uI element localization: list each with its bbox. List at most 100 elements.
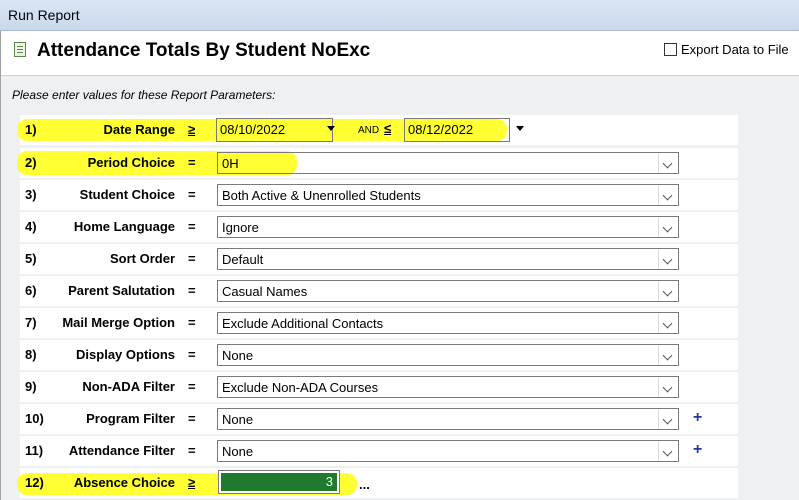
param-label: Program Filter [86,411,175,426]
param-row-date-range: 1) Date Range ≥ 08/10/2022 AND ≤ 08/12/2… [17,115,738,145]
export-label: Export Data to File [681,42,789,57]
select-value: Exclude Additional Contacts [222,316,384,331]
param-label: Home Language [73,219,175,234]
param-number: 9) [25,379,37,394]
select-value: Ignore [222,220,259,235]
period-choice-select[interactable]: 0H [217,152,679,174]
param-row-non-ada-filter: 9) Non-ADA Filter = Exclude Non-ADA Cour… [20,372,738,402]
param-operator: = [188,155,196,170]
param-label: Parent Salutation [68,283,175,298]
parameters-prompt: Please enter values for these Report Par… [12,88,276,102]
param-row-mail-merge-option: 7) Mail Merge Option = Exclude Additiona… [20,308,738,338]
param-operator: = [188,283,196,298]
param-label: Student Choice [79,187,175,202]
attendance-filter-select[interactable]: None [217,440,679,462]
date-from-dropdown-icon[interactable] [327,126,335,131]
date-to-value: 08/12/2022 [408,122,474,137]
param-operator[interactable]: ≥ [188,122,195,137]
chevron-down-icon[interactable] [658,378,677,396]
param-label: Date Range [103,122,175,137]
select-value: Default [222,252,264,267]
display-options-select[interactable]: None [217,344,679,366]
chevron-down-icon[interactable] [658,218,677,236]
param-operator: = [188,347,196,362]
param-number: 8) [25,347,37,362]
more-options-button[interactable]: ... [359,477,370,492]
param-row-attendance-filter: 11) Attendance Filter = None + [20,436,738,466]
param-operator[interactable]: ≥ [188,475,195,490]
add-attendance-filter-plus-icon[interactable]: + [693,441,702,459]
date-from-input[interactable]: 08/10/2022 [216,118,333,142]
param-operator-2[interactable]: ≤ [384,121,391,136]
param-label: Mail Merge Option [62,315,175,330]
select-value: Exclude Non-ADA Courses [222,380,379,395]
param-operator: = [188,315,196,330]
param-number: 7) [25,315,37,330]
param-number: 1) [25,122,37,137]
param-number: 12) [25,475,44,490]
window-title: Run Report [8,7,80,23]
checkbox-icon[interactable] [664,43,677,56]
add-program-filter-plus-icon[interactable]: + [693,409,702,427]
select-value: Casual Names [222,284,308,299]
param-operator: = [188,187,196,202]
param-number: 6) [25,283,37,298]
param-label: Absence Choice [73,475,175,490]
param-number: 5) [25,251,37,266]
absence-value: 3 [325,474,333,489]
date-to-dropdown-icon[interactable] [516,126,524,131]
report-title: Attendance Totals By Student NoExc [37,40,371,61]
date-from-value: 08/10/2022 [220,122,286,137]
chevron-down-icon[interactable] [658,346,677,364]
param-row-period-choice: 2) Period Choice = 0H [17,148,738,178]
program-filter-select[interactable]: None [217,408,679,430]
param-label: Sort Order [109,251,175,266]
window-titlebar: Run Report [0,0,799,31]
param-row-parent-salutation: 6) Parent Salutation = Casual Names [20,276,738,306]
report-header: Attendance Totals By Student NoExc Expor… [1,31,799,75]
param-number: 11) [25,443,44,458]
select-value: 0H [222,156,239,171]
param-operator: = [188,251,196,266]
param-label: Non-ADA Filter [82,379,175,394]
parameters-area: Please enter values for these Report Par… [1,75,799,500]
param-label: Attendance Filter [68,443,175,458]
param-number: 2) [25,155,37,170]
parent-salutation-select[interactable]: Casual Names [217,280,679,302]
report-panel: Attendance Totals By Student NoExc Expor… [0,31,799,500]
chevron-down-icon[interactable] [658,250,677,268]
date-to-input[interactable]: 08/12/2022 [404,118,510,142]
param-operator: = [188,411,196,426]
param-label: Period Choice [87,155,175,170]
chevron-down-icon[interactable] [658,410,677,428]
chevron-down-icon[interactable] [658,314,677,332]
report-document-icon [14,42,26,57]
param-row-absence-choice: 12) Absence Choice ≥ 3 ... [17,468,738,498]
param-operator: = [188,443,196,458]
sort-order-select[interactable]: Default [217,248,679,270]
select-value: None [222,348,254,363]
student-choice-select[interactable]: Both Active & Unenrolled Students [217,184,679,206]
param-row-student-choice: 3) Student Choice = Both Active & Unenro… [20,180,738,210]
select-value: None [222,444,254,459]
param-operator: = [188,219,196,234]
export-data-checkbox[interactable]: Export Data to File [664,42,789,57]
chevron-down-icon[interactable] [658,154,677,172]
non-ada-filter-select[interactable]: Exclude Non-ADA Courses [217,376,679,398]
mail-merge-option-select[interactable]: Exclude Additional Contacts [217,312,679,334]
param-row-display-options: 8) Display Options = None [20,340,738,370]
param-label: Display Options [76,347,175,362]
selected-text-fill [221,473,337,491]
absence-choice-input[interactable]: 3 [218,470,340,494]
chevron-down-icon[interactable] [658,442,677,460]
param-row-program-filter: 10) Program Filter = None + [20,404,738,434]
chevron-down-icon[interactable] [658,186,677,204]
param-number: 4) [25,219,37,234]
param-row-home-language: 4) Home Language = Ignore [20,212,738,242]
param-operator: = [188,379,196,394]
param-number: 10) [25,411,44,426]
chevron-down-icon[interactable] [658,282,677,300]
home-language-select[interactable]: Ignore [217,216,679,238]
select-value: Both Active & Unenrolled Students [222,188,421,203]
select-value: None [222,412,254,427]
